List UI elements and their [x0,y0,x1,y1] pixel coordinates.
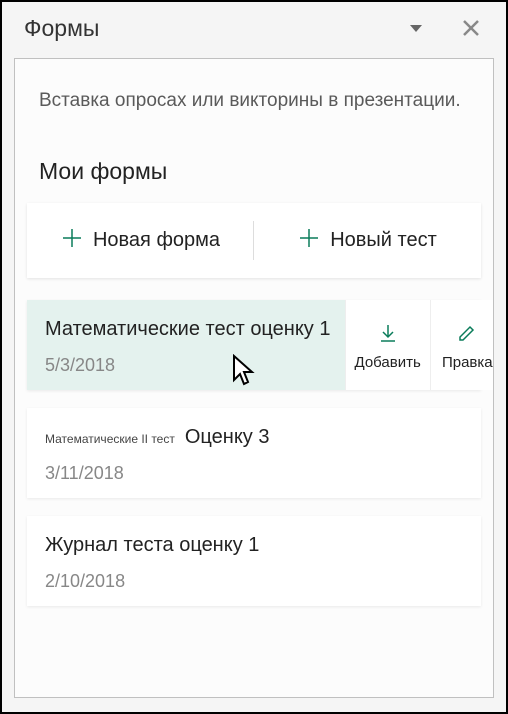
form-card[interactable]: Журнал теста оценку 1 2/10/2018 [27,516,481,606]
download-icon [379,322,397,344]
header-actions [410,12,488,44]
panel-body: Вставка опросах или викторины в презента… [14,58,494,698]
plus-icon [61,225,83,256]
form-date: 5/3/2018 [45,355,331,376]
new-test-label: Новый тест [330,229,437,252]
form-card[interactable]: Математические тест оценку 1 5/3/2018 До… [27,300,481,390]
panel-header: Формы [2,2,506,54]
form-card[interactable]: Математические II тест Оценку 3 3/11/201… [27,408,481,498]
new-form-button[interactable]: Новая форма [27,203,254,278]
form-title-prefix: Математические II тест [45,432,175,446]
forms-panel: Формы Вставка опросах или викторины в пр… [0,0,508,714]
form-card-main: Математические тест оценку 1 5/3/2018 [27,300,345,390]
panel-title: Формы [24,15,410,42]
form-date: 3/11/2018 [45,463,467,484]
form-title-row: Математические II тест Оценку 3 [45,426,467,449]
new-form-label: Новая форма [93,229,220,252]
form-date: 2/10/2018 [45,571,467,592]
section-my-forms: Мои формы [15,146,493,203]
form-card-main: Математические II тест Оценку 3 3/11/201… [27,408,481,498]
add-label: Добавить [355,354,421,371]
plus-icon [298,225,320,256]
form-title: Оценку 3 [185,426,270,449]
form-card-actions: Добавить Правка [345,300,495,390]
add-button[interactable]: Добавить [345,300,430,390]
dropdown-icon[interactable] [410,25,422,32]
form-card-main: Журнал теста оценку 1 2/10/2018 [27,516,481,606]
edit-label: Правка [442,354,493,371]
form-title: Математические тест оценку 1 [45,318,331,341]
edit-button[interactable]: Правка [430,300,494,390]
form-title: Журнал теста оценку 1 [45,534,467,557]
close-icon[interactable] [454,12,488,44]
new-test-button[interactable]: Новый тест [254,203,481,278]
create-row: Новая форма Новый тест [27,203,481,278]
panel-description: Вставка опросах или викторины в презента… [15,59,493,146]
pencil-icon [458,322,476,344]
